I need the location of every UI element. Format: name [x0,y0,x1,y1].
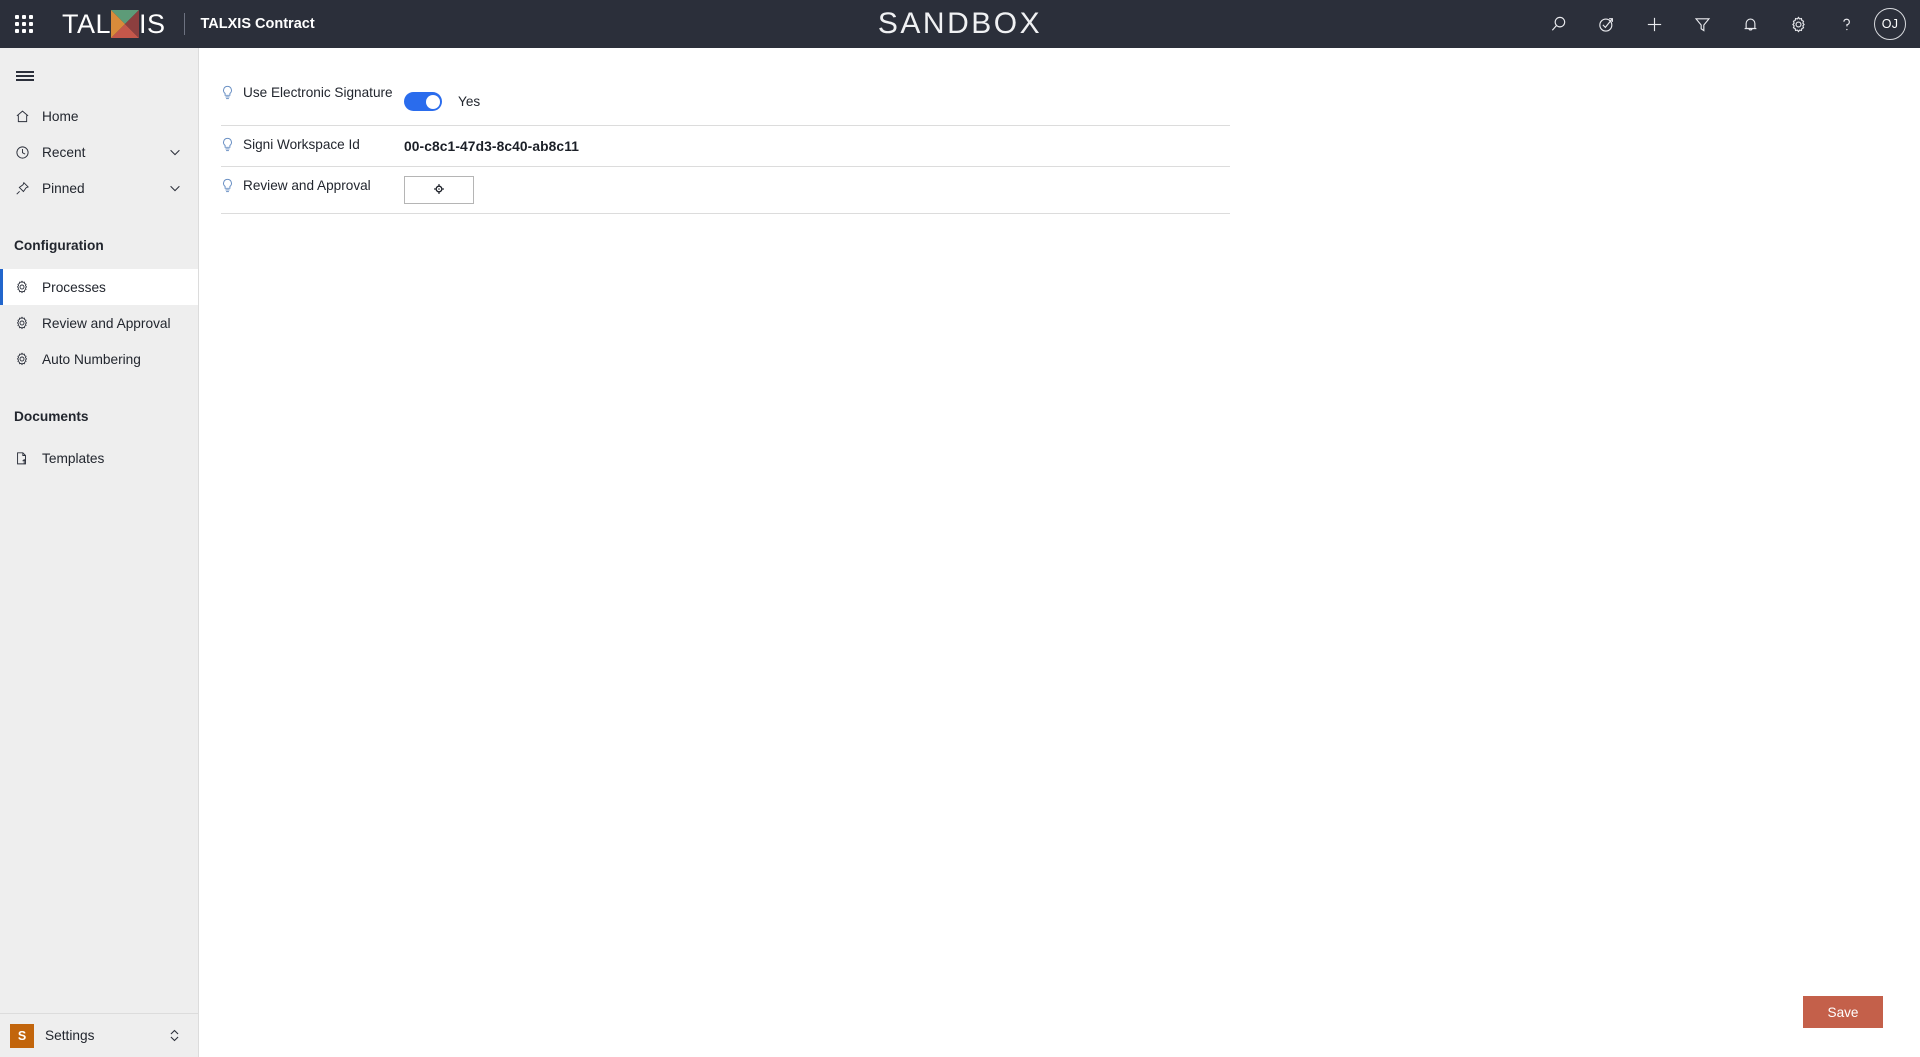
hamburger-menu-button[interactable] [0,54,50,98]
sidebar-group-title-configuration: Configuration [14,237,104,253]
form-field-label: Review and Approval [221,176,404,197]
avatar[interactable]: OJ [1874,8,1906,40]
app-launcher-button[interactable] [0,0,48,48]
clock-icon [14,142,36,162]
logo-text-part2: IS [139,8,166,39]
save-button[interactable]: Save [1803,996,1883,1028]
form-field-label: Use Electronic Signature [221,83,404,104]
sidebar-item-label: Review and Approval [42,315,171,331]
sidebar-item-templates[interactable]: Templates [0,440,198,476]
chevron-up-down-icon[interactable] [167,1028,182,1043]
form-row: Review and Approval [221,167,1230,214]
form-field-value[interactable]: 00-c8c1-47d3-8c40-ab8c11 [404,135,1230,157]
toggle-knob [425,94,440,109]
sidebar-item-recent[interactable]: Recent [0,134,198,170]
top-app-bar: TAL IS TALXIS Contract SANDBOX OJ [0,0,1920,48]
logo-text-part1: TAL [62,8,112,39]
help-icon[interactable] [1822,0,1870,48]
sidebar-settings-button[interactable]: S Settings [0,1013,199,1057]
filter-icon[interactable] [1678,0,1726,48]
bell-icon[interactable] [1726,0,1774,48]
settings-target-icon [433,183,445,198]
settings-label: Settings [45,1028,95,1043]
gear-icon [14,277,36,297]
form-field-label: Signi Workspace Id [221,135,404,156]
avatar-initials: OJ [1881,17,1899,31]
sidebar-item-pinned[interactable]: Pinned [0,170,198,206]
use-electronic-signature-toggle[interactable] [404,92,442,111]
talxis-logo[interactable]: TAL IS TALXIS Contract [62,0,315,48]
sidebar-item-label: Recent [42,144,86,160]
sidebar-item-review-and-approval[interactable]: Review and Approval [0,305,198,341]
form-field-value [404,176,1230,204]
form-field-label-text: Use Electronic Signature [243,85,393,100]
sidebar-item-label: Home [42,108,79,124]
sidebar-item-auto-numbering[interactable]: Auto Numbering [0,341,198,377]
form-row: Use Electronic Signature Yes [221,74,1230,126]
topbar-divider [183,13,185,35]
signi-workspace-id-value[interactable]: 00-c8c1-47d3-8c40-ab8c11 [404,139,579,154]
settings-form: Use Electronic Signature Yes Signi Works… [221,74,1230,214]
form-field-label-text: Review and Approval [243,178,371,193]
environment-title-text: SANDBOX [877,7,1043,40]
form-row: Signi Workspace Id 00-c8c1-47d3-8c40-ab8… [221,126,1230,167]
logo-x-icon [111,10,140,38]
lightbulb-icon [221,178,237,197]
sidebar-item-processes[interactable]: Processes [0,269,198,305]
document-upload-icon [14,448,36,468]
pin-icon [14,178,36,198]
chevron-down-icon[interactable] [168,181,182,195]
use-electronic-signature-toggle-wrap: Yes [404,92,480,111]
settings-badge: S [10,1023,34,1048]
form-field-value: Yes [404,83,1230,111]
sidebar-item-label: Processes [42,279,106,295]
chevron-down-icon[interactable] [168,145,182,159]
sidebar: Home Recent Pinned Configuration Process… [0,48,199,1057]
gear-icon[interactable] [1774,0,1822,48]
gear-icon [14,349,36,369]
app-name: TALXIS Contract [200,16,315,32]
waffle-icon [15,15,33,33]
main-content: Use Electronic Signature Yes Signi Works… [200,48,1920,1057]
plus-icon[interactable] [1630,0,1678,48]
sidebar-group-title-documents: Documents [14,408,89,424]
lightbulb-icon [221,85,237,104]
home-icon [14,106,36,126]
logo-text: TAL IS [62,10,166,38]
sidebar-item-label: Pinned [42,180,85,196]
form-field-label-text: Signi Workspace Id [243,137,360,152]
lightbulb-icon [221,137,237,156]
toggle-state-label: Yes [458,94,481,109]
gear-icon [14,313,36,333]
review-and-approval-config-button[interactable] [404,176,474,204]
sidebar-item-label: Templates [42,450,105,466]
hamburger-icon [16,68,34,83]
focus-check-icon[interactable] [1582,0,1630,48]
topbar-actions: OJ [1534,0,1912,48]
sidebar-item-label: Auto Numbering [42,351,141,367]
sidebar-item-home[interactable]: Home [0,98,198,134]
search-icon[interactable] [1534,0,1582,48]
